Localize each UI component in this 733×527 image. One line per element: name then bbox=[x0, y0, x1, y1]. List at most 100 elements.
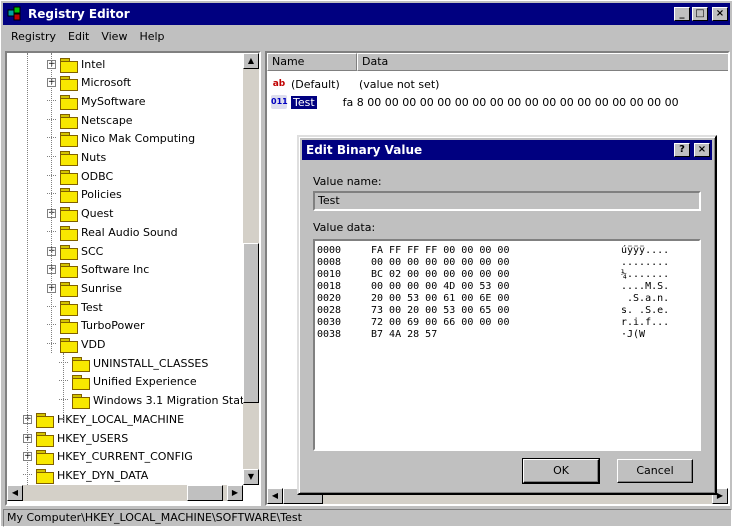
dialog-close-button[interactable]: × bbox=[694, 143, 710, 157]
registry-tree[interactable]: + Intel + Microsoft MySoftware Netscape Nico M… bbox=[7, 53, 243, 485]
hex-ascii: ·J(W bbox=[621, 329, 646, 340]
tree-item[interactable]: ODBC bbox=[47, 167, 113, 185]
help-button[interactable]: ? bbox=[674, 143, 690, 157]
hex-bytes: 00 00 00 00 4D 00 53 00 bbox=[371, 281, 510, 292]
scroll-up-icon[interactable]: ▲ bbox=[243, 53, 259, 69]
hex-line[interactable]: 0038 B7 4A 28 57 ·J(W bbox=[317, 329, 697, 341]
binary-value-icon: 011 bbox=[271, 95, 288, 109]
folder-icon bbox=[60, 57, 78, 73]
hex-bytes: B7 4A 28 57 bbox=[371, 329, 438, 340]
tree-item-label: Policies bbox=[81, 188, 122, 202]
tree-item[interactable]: Unified Experience bbox=[59, 373, 197, 391]
scroll-right-icon[interactable]: ▶ bbox=[227, 485, 243, 501]
tree-item-label: Test bbox=[81, 300, 103, 314]
tree-item[interactable]: Policies bbox=[47, 186, 122, 204]
hex-bytes: 73 00 20 00 53 00 65 00 bbox=[371, 305, 510, 316]
hex-line[interactable]: 0010 BC 02 00 00 00 00 00 00 ¼....... bbox=[317, 269, 697, 281]
tree-item[interactable]: Nico Mak Computing bbox=[47, 130, 195, 148]
menu-edit[interactable]: Edit bbox=[62, 30, 95, 43]
status-bar: My Computer\HKEY_LOCAL_MACHINE\SOFTWARE\… bbox=[3, 509, 732, 527]
hex-line[interactable]: 0018 00 00 00 00 4D 00 53 00 ....M.S. bbox=[317, 281, 697, 293]
tree-hscroll-thumb[interactable] bbox=[187, 485, 223, 501]
tree-item[interactable]: VDD bbox=[47, 336, 105, 354]
tree-item[interactable]: Real Audio Sound bbox=[47, 223, 178, 241]
hex-address: 0020 bbox=[317, 293, 342, 304]
ok-button[interactable]: OK bbox=[522, 458, 600, 484]
tree-item[interactable]: Netscape bbox=[47, 111, 133, 129]
tree-item[interactable]: MySoftware bbox=[47, 92, 146, 110]
tree-item[interactable]: + Software Inc bbox=[47, 261, 149, 279]
hex-line[interactable]: 0030 72 00 69 00 66 00 00 00 r.i.f... bbox=[317, 317, 697, 329]
hex-address: 0008 bbox=[317, 257, 342, 268]
tree-item[interactable]: Nuts bbox=[47, 149, 106, 167]
hex-bytes: BC 02 00 00 00 00 00 00 bbox=[371, 269, 510, 280]
value-row-test[interactable]: 011 Test fa 8 00 00 00 00 00 00 00 00 00… bbox=[271, 93, 679, 111]
maximize-button[interactable]: □ bbox=[692, 7, 708, 21]
scroll-down-icon[interactable]: ▼ bbox=[243, 469, 259, 485]
tree-item-label: ODBC bbox=[81, 169, 114, 183]
close-button[interactable]: × bbox=[712, 7, 728, 21]
scroll-left-icon[interactable]: ◀ bbox=[267, 488, 283, 504]
hex-ascii: ¼....... bbox=[621, 269, 670, 280]
menu-view[interactable]: View bbox=[95, 30, 133, 43]
window-title: Registry Editor bbox=[28, 7, 130, 21]
folder-icon bbox=[60, 338, 78, 353]
tree-item[interactable]: + SCC bbox=[47, 242, 103, 260]
folder-icon bbox=[60, 188, 78, 204]
hex-line[interactable]: 0000 FA FF FF FF 00 00 00 00 úÿÿÿ.... bbox=[317, 245, 697, 257]
tree-item[interactable]: HKEY_DYN_DATA bbox=[23, 466, 148, 484]
hex-address: 0038 bbox=[317, 329, 342, 340]
tree-item[interactable]: + HKEY_USERS bbox=[23, 429, 128, 447]
value-data: (value not set) bbox=[359, 77, 440, 91]
tree-item[interactable]: Test bbox=[47, 298, 103, 316]
tree-item-label: HKEY_USERS bbox=[57, 431, 129, 445]
column-data-header[interactable]: Data bbox=[357, 53, 728, 71]
tree-item[interactable]: + Sunrise bbox=[47, 279, 122, 297]
menu-help[interactable]: Help bbox=[133, 30, 170, 43]
value-name: (Default) bbox=[291, 77, 340, 91]
tree-item[interactable]: + Quest bbox=[47, 205, 113, 223]
folder-icon bbox=[72, 356, 90, 372]
tree-item-label: HKEY_LOCAL_MACHINE bbox=[57, 412, 185, 426]
value-name-field: Test bbox=[313, 191, 701, 211]
tree-item[interactable]: UNINSTALL_CLASSES bbox=[59, 354, 208, 372]
hex-address: 0018 bbox=[317, 281, 342, 292]
folder-icon bbox=[60, 76, 78, 92]
column-name-header[interactable]: Name bbox=[267, 53, 357, 71]
tree-guide-line bbox=[27, 53, 28, 485]
tree-horizontal-scrollbar[interactable]: ◀ ▶ bbox=[7, 485, 243, 501]
hex-line[interactable]: 0020 20 00 53 00 61 00 6E 00 .S.a.n. bbox=[317, 293, 697, 305]
folder-icon bbox=[36, 431, 54, 447]
tree-scroll-thumb[interactable] bbox=[243, 243, 259, 403]
value-row-default[interactable]: ab (Default) (value not set) bbox=[271, 75, 440, 93]
title-bar[interactable]: Registry Editor _ □ × bbox=[3, 3, 730, 25]
hex-address: 0030 bbox=[317, 317, 342, 328]
registry-editor-window: Registry Editor _ □ × Registry Edit View… bbox=[0, 0, 733, 527]
tree-item[interactable]: + Intel bbox=[47, 55, 105, 73]
tree-item[interactable]: TurboPower bbox=[47, 317, 145, 335]
tree-vertical-scrollbar[interactable]: ▲ ▼ bbox=[243, 53, 259, 485]
menu-registry[interactable]: Registry bbox=[5, 30, 62, 43]
list-header: Name Data bbox=[267, 53, 728, 71]
folder-icon bbox=[60, 169, 78, 185]
hex-line[interactable]: 0008 00 00 00 00 00 00 00 00........ bbox=[317, 257, 697, 269]
tree-item[interactable]: + HKEY_CURRENT_CONFIG bbox=[23, 448, 193, 466]
hex-bytes: 72 00 69 00 66 00 00 00 bbox=[371, 317, 510, 328]
minimize-button[interactable]: _ bbox=[674, 7, 690, 21]
dialog-title-bar[interactable]: Edit Binary Value ? × bbox=[302, 140, 712, 160]
tree-item[interactable]: + HKEY_LOCAL_MACHINE bbox=[23, 410, 184, 428]
tree-item-label: Nuts bbox=[81, 151, 107, 164]
tree-item[interactable]: Windows 3.1 Migration Status bbox=[59, 392, 243, 410]
tree-item-label: Microsoft bbox=[81, 76, 132, 90]
scroll-left-icon[interactable]: ◀ bbox=[7, 485, 23, 501]
tree-item-label: Software Inc bbox=[81, 263, 150, 277]
tree-item[interactable]: + Microsoft bbox=[47, 74, 131, 92]
folder-icon bbox=[60, 319, 78, 335]
hex-ascii: úÿÿÿ.... bbox=[621, 245, 670, 256]
hex-line[interactable]: 0028 73 00 20 00 53 00 65 00 s. .S.e. bbox=[317, 305, 697, 317]
tree-item-label: Intel bbox=[81, 57, 106, 71]
tree-pane[interactable]: + Intel + Microsoft MySoftware Netscape Nico M… bbox=[5, 51, 261, 506]
value-data-hex-editor[interactable]: 0000 FA FF FF FF 00 00 00 00 úÿÿÿ.... 0008 0… bbox=[313, 239, 701, 451]
cancel-button[interactable]: Cancel bbox=[617, 459, 693, 483]
folder-icon bbox=[72, 375, 90, 391]
